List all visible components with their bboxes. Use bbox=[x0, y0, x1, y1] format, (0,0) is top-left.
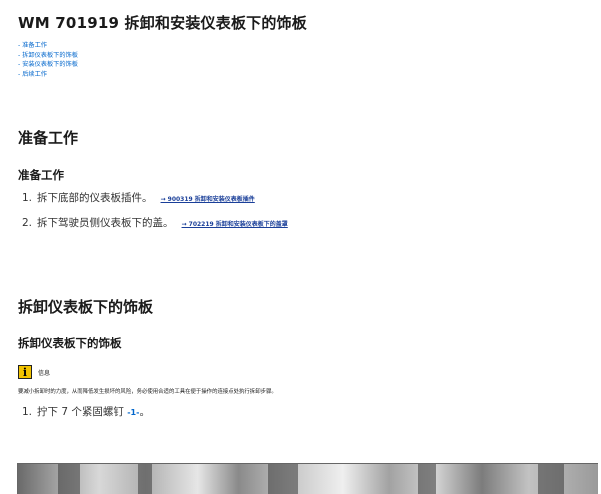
step-number: 1. bbox=[22, 406, 33, 418]
subsection-heading-prep: 准备工作 bbox=[18, 168, 64, 182]
info-label: 信息 bbox=[38, 369, 51, 377]
step-reference-link[interactable]: → 900319 拆卸和安装仪表板插件 bbox=[161, 196, 255, 203]
toc-link-prep[interactable]: 准备工作 bbox=[22, 42, 47, 49]
step-reference-link[interactable]: → 702219 拆卸和安装仪表板下的盖罩 bbox=[182, 221, 288, 228]
toc-link-install[interactable]: 安装仪表板下的饰板 bbox=[22, 61, 78, 68]
section-heading-prep: 准备工作 bbox=[18, 129, 79, 147]
toc-item: - 准备工作 bbox=[18, 42, 47, 49]
subsection-heading-remove: 拆卸仪表板下的饰板 bbox=[18, 336, 122, 350]
component-photo bbox=[17, 463, 598, 494]
step-suffix: 。 bbox=[139, 406, 150, 418]
document-page: WM 701919 拆卸和安装仪表板下的饰板 - 准备工作 - 拆卸仪表板下的饰板 … bbox=[18, 0, 601, 486]
document-title: WM 701919 拆卸和安装仪表板下的饰板 bbox=[18, 14, 307, 32]
remove-step-1: 1. 拧下 7 个紧固螺钉 -1-。 bbox=[22, 404, 150, 419]
table-of-contents: - 准备工作 - 拆卸仪表板下的饰板 - 安装仪表板下的饰板 - 后续工作 bbox=[18, 41, 78, 79]
callout-marker: -1- bbox=[127, 408, 140, 417]
info-note-text: 要减小拆卸时的力度，从而降低发生损坏的风险，务必使用合适的工具在便于操作的连接点… bbox=[18, 389, 277, 395]
prep-step-1: 1. 拆下底部的仪表板插件。 → 900319 拆卸和安装仪表板插件 bbox=[22, 190, 255, 205]
toc-item: - 拆卸仪表板下的饰板 bbox=[18, 51, 78, 59]
step-text: 拆下驾驶员侧仪表板下的盖。 bbox=[37, 217, 174, 229]
toc-item: - 后续工作 bbox=[18, 70, 47, 78]
info-note-header: i 信息 bbox=[18, 365, 50, 379]
step-text: 拧下 7 个紧固螺钉 bbox=[37, 406, 124, 418]
step-number: 1. bbox=[22, 192, 33, 204]
toc-link-followup[interactable]: 后续工作 bbox=[22, 71, 47, 78]
toc-item: - 安装仪表板下的饰板 bbox=[18, 61, 78, 69]
step-number: 2. bbox=[22, 217, 33, 229]
info-icon: i bbox=[18, 365, 32, 379]
prep-step-2: 2. 拆下驾驶员侧仪表板下的盖。 → 702219 拆卸和安装仪表板下的盖罩 bbox=[22, 215, 288, 230]
step-text: 拆下底部的仪表板插件。 bbox=[37, 192, 153, 204]
toc-link-remove[interactable]: 拆卸仪表板下的饰板 bbox=[22, 52, 78, 59]
section-heading-remove: 拆卸仪表板下的饰板 bbox=[18, 298, 154, 316]
